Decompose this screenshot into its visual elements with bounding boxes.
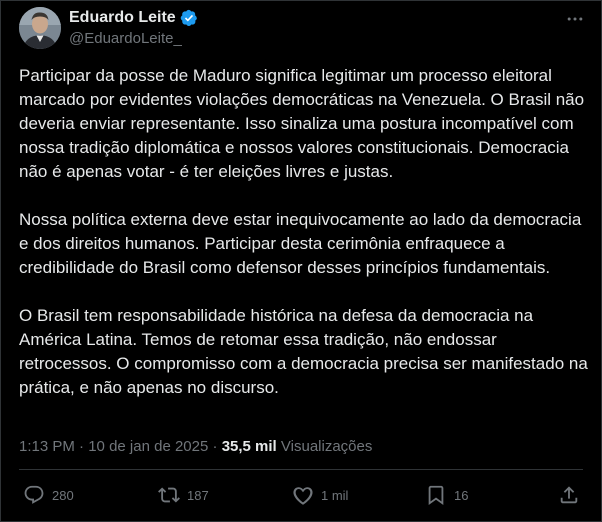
more-icon[interactable] [563, 7, 587, 31]
bookmark-icon [428, 485, 444, 506]
meta-separator: · [212, 438, 218, 455]
tweet-paragraph: O Brasil tem responsabilidade histórica … [19, 306, 588, 397]
tweet-time[interactable]: 1:13 PM [19, 438, 75, 455]
repost-count: 187 [187, 487, 209, 503]
repost-icon [158, 487, 180, 503]
avatar[interactable] [19, 7, 61, 49]
bookmark-count: 16 [454, 487, 469, 503]
repost-button[interactable]: 187 [158, 484, 209, 506]
tweet-date[interactable]: 10 de jan de 2025 [88, 438, 208, 455]
reply-count: 280 [52, 487, 74, 503]
avatar-image [19, 7, 61, 49]
like-button[interactable]: 1 mil [292, 484, 348, 506]
tweet-paragraph: Participar da posse de Maduro significa … [19, 66, 585, 181]
reply-icon [24, 485, 44, 504]
heart-icon [293, 487, 313, 505]
tweet-card: Eduardo Leite @EduardoLeite_ Participar … [0, 0, 602, 522]
verified-badge-icon [180, 9, 198, 27]
author-display-name[interactable]: Eduardo Leite [69, 9, 176, 27]
action-bar: 280 187 1 mil 16 [1, 484, 602, 512]
meta-separator: · [79, 438, 85, 455]
views-label: Visualizações [280, 438, 373, 455]
tweet-meta: 1:13 PM · 10 de jan de 2025 · 35,5 mil V… [19, 438, 372, 455]
tweet-text: Participar da posse de Maduro significa … [19, 64, 594, 424]
reply-button[interactable]: 280 [23, 484, 74, 506]
tweet-paragraph: Nossa política externa deve estar inequi… [19, 210, 582, 277]
author-name-row[interactable]: Eduardo Leite [69, 9, 198, 27]
divider [19, 469, 583, 470]
share-button[interactable] [558, 484, 580, 506]
like-count: 1 mil [321, 487, 349, 503]
views-count: 35,5 mil [221, 438, 277, 455]
author-handle[interactable]: @EduardoLeite_ [69, 30, 182, 47]
share-icon [560, 486, 578, 504]
bookmark-button[interactable]: 16 [425, 484, 468, 506]
